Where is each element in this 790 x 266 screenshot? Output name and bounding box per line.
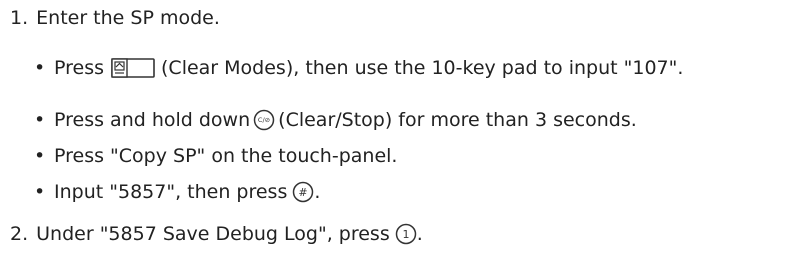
bullet: • [34,109,46,131]
clear-stop-key-icon: C/⊘ [253,109,275,131]
svg-text:C/⊘: C/⊘ [258,116,270,124]
hash-key-icon: # [292,181,314,203]
one-key-icon: 1 [395,223,417,245]
step-text: Enter the SP mode. [36,7,220,29]
substep-text-before: Press and hold down [54,109,251,131]
bullet: • [34,145,46,167]
substep-text-before: Press [54,57,105,79]
bullet: • [34,57,46,79]
step-text-after: . [416,223,423,245]
clear-modes-key-icon [111,57,155,79]
substep-text-after: (Clear Modes), then use the 10-key pad t… [161,57,684,79]
svg-text:#: # [299,186,308,199]
step-2: 2. Under "5857 Save Debug Log", press 1 … [10,222,423,246]
step-number: 1. [10,7,29,29]
substep-text-after: (Clear/Stop) for more than 3 seconds. [278,109,637,131]
substep-3: • Press "Copy SP" on the touch-panel. [34,144,397,168]
substep-4: • Input "5857", then press # . [34,180,320,204]
substep-text: Press "Copy SP" on the touch-panel. [54,145,398,167]
step-text-before: Under "5857 Save Debug Log", press [36,223,390,245]
substep-text-before: Input "5857", then press [54,181,288,203]
bullet: • [34,181,46,203]
svg-text:1: 1 [402,228,409,241]
substep-text-after: . [314,181,321,203]
substep-1: • Press (Clear Modes), then use the 10-k… [34,56,683,80]
substep-2: • Press and hold down C/⊘ (Clear/Stop) f… [34,108,637,132]
step-1: 1. Enter the SP mode. [10,6,220,30]
step-number: 2. [10,223,29,245]
